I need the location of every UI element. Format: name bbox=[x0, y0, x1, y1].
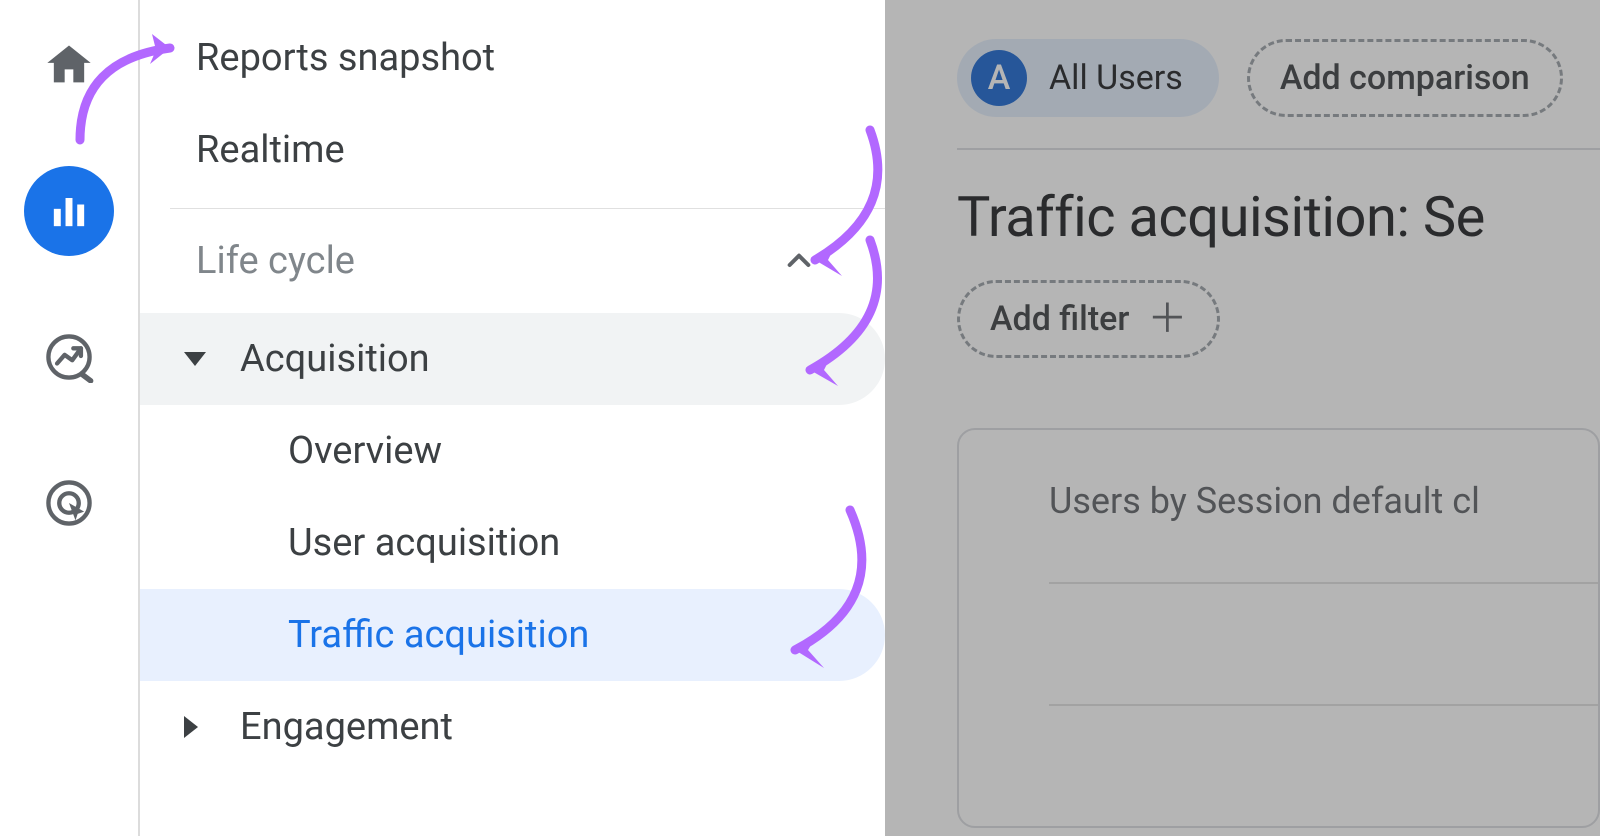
home-icon bbox=[43, 39, 95, 91]
nav-section-label: Life cycle bbox=[196, 239, 355, 283]
add-comparison-chip[interactable]: Add comparison bbox=[1247, 39, 1563, 117]
nav-sub-label: Acquisition bbox=[240, 337, 430, 381]
left-icon-rail bbox=[0, 0, 140, 836]
chart-card: Users by Session default cl bbox=[957, 428, 1600, 828]
explore-trend-icon bbox=[43, 331, 95, 383]
nav-realtime[interactable]: Realtime bbox=[140, 104, 885, 196]
nav-sub-label: Engagement bbox=[240, 705, 453, 749]
chart-gridline bbox=[1049, 582, 1598, 584]
add-filter-label: Add filter bbox=[990, 299, 1129, 339]
main-content: A All Users Add comparison Traffic acqui… bbox=[885, 0, 1600, 836]
nav-sub-acquisition[interactable]: Acquisition bbox=[140, 313, 885, 405]
audience-badge: A bbox=[971, 50, 1027, 106]
bar-chart-icon bbox=[43, 185, 95, 237]
chevron-up-icon bbox=[783, 245, 815, 277]
nav-leaf-overview[interactable]: Overview bbox=[140, 405, 885, 497]
add-comparison-label: Add comparison bbox=[1280, 58, 1530, 98]
chart-card-title: Users by Session default cl bbox=[1049, 480, 1598, 522]
plus-icon: ＋ bbox=[1147, 299, 1187, 339]
nav-explore[interactable] bbox=[24, 312, 114, 402]
nav-leaf-label: User acquisition bbox=[288, 521, 560, 565]
page-title: Traffic acquisition: Se bbox=[885, 150, 1600, 250]
target-click-icon bbox=[43, 477, 95, 529]
nav-reports[interactable] bbox=[24, 166, 114, 256]
nav-advertising[interactable] bbox=[24, 458, 114, 548]
chart-gridline bbox=[1049, 704, 1598, 706]
caret-down-icon bbox=[184, 352, 206, 366]
nav-home[interactable] bbox=[24, 20, 114, 110]
reports-nav-panel: Reports snapshot Realtime Life cycle Acq… bbox=[140, 0, 885, 836]
nav-section-lifecycle[interactable]: Life cycle bbox=[140, 209, 885, 313]
nav-leaf-user-acquisition[interactable]: User acquisition bbox=[140, 497, 885, 589]
nav-leaf-traffic-acquisition[interactable]: Traffic acquisition bbox=[140, 589, 885, 681]
caret-right-icon bbox=[184, 716, 198, 738]
nav-item-label: Realtime bbox=[196, 128, 345, 172]
nav-leaf-label: Traffic acquisition bbox=[288, 613, 589, 657]
nav-leaf-label: Overview bbox=[288, 429, 442, 473]
audience-chip-label: All Users bbox=[1049, 58, 1183, 98]
audience-chip[interactable]: A All Users bbox=[957, 39, 1219, 117]
nav-reports-snapshot[interactable]: Reports snapshot bbox=[140, 12, 885, 104]
nav-item-label: Reports snapshot bbox=[196, 36, 495, 80]
add-filter-chip[interactable]: Add filter ＋ bbox=[957, 280, 1220, 358]
nav-sub-engagement[interactable]: Engagement bbox=[140, 681, 885, 773]
comparison-chips-row: A All Users Add comparison bbox=[885, 0, 1600, 120]
